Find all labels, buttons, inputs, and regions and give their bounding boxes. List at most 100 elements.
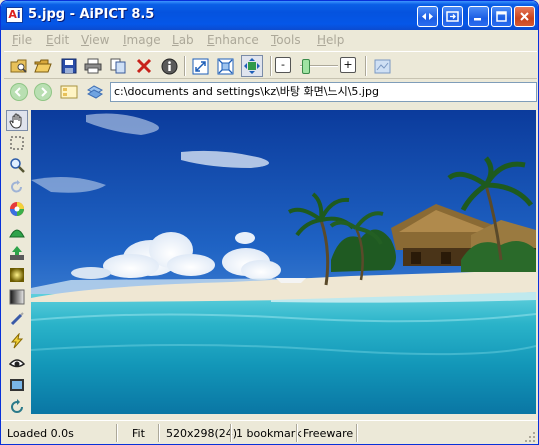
title-bar[interactable]: Ai 5.jpg - AiPICT 8.5 (1, 1, 538, 30)
status-divider (116, 424, 118, 442)
minimize-button[interactable] (468, 6, 489, 27)
status-zoom-mode: Fit (132, 427, 145, 440)
zoom-in-button[interactable]: + (340, 57, 356, 73)
brush-icon (10, 311, 24, 325)
menu-edit[interactable]: Edit (46, 33, 69, 47)
swap-view-button[interactable] (417, 6, 438, 27)
fullscreen-button[interactable] (442, 6, 463, 27)
glow-icon (10, 267, 24, 282)
menu-lab[interactable]: Lab (172, 33, 194, 47)
folder-list-icon (60, 85, 78, 99)
open-button[interactable] (32, 55, 54, 77)
address-bar: c:\documents and settings\kz\바탕 화면\느시\5.… (4, 80, 537, 105)
levels-tool-button[interactable] (6, 220, 28, 241)
image-viewer[interactable] (31, 110, 536, 414)
zoom-slider[interactable] (300, 59, 338, 74)
gradient-icon (9, 289, 25, 304)
app-window: Ai 5.jpg - AiPICT 8.5 File Edit View Ima… (0, 0, 539, 445)
color-wheel-icon (10, 201, 24, 216)
brush-tool-button[interactable] (6, 308, 28, 329)
menu-enhance[interactable]: Enhance (207, 33, 259, 47)
close-button[interactable] (514, 6, 535, 27)
app-icon-letter-i: i (16, 8, 21, 21)
left-tool-strip (4, 108, 30, 419)
browse-button[interactable] (8, 55, 30, 77)
hand-icon (9, 112, 22, 129)
glow-tool-button[interactable] (6, 264, 28, 285)
app-icon-letter-a: A (8, 8, 17, 21)
browse-folder-icon (10, 59, 27, 73)
menu-bar: File Edit View Image Lab Enhance Tools H… (4, 30, 537, 50)
auto-fit-toggle-button[interactable] (241, 55, 263, 77)
film-frame-icon (10, 378, 24, 391)
delete-button[interactable] (133, 55, 155, 77)
rotate-tool-button[interactable] (6, 176, 28, 197)
hand-tool-button[interactable] (6, 110, 28, 131)
fit-to-window-button[interactable] (214, 55, 236, 77)
menu-view[interactable]: View (81, 33, 109, 47)
zoom-tool-button[interactable] (6, 154, 28, 175)
status-bookmarks: 1 bookmark (236, 427, 302, 440)
forward-button[interactable] (34, 83, 52, 101)
print-button[interactable] (82, 55, 104, 77)
open-folder-icon (34, 59, 52, 73)
status-divider (230, 424, 232, 442)
status-divider (158, 424, 160, 442)
arrow-left-icon (14, 87, 21, 97)
close-icon (520, 12, 529, 21)
app-icon[interactable]: Ai (6, 7, 23, 23)
path-history-button[interactable] (84, 81, 106, 103)
folders-stack-icon (87, 85, 103, 99)
batch-tool-button[interactable] (6, 396, 28, 417)
info-icon (161, 58, 177, 74)
copy-pages-icon (110, 58, 126, 74)
menu-tools[interactable]: Tools (271, 33, 301, 47)
folder-view-button[interactable] (58, 81, 80, 103)
tropical-beach-photo (31, 110, 536, 414)
toolbar-separator (270, 56, 272, 76)
menu-file[interactable]: File (12, 33, 32, 47)
marquee-select-icon (10, 136, 24, 149)
maximize-icon (496, 11, 507, 22)
status-dimensions: 520x298(24) (166, 427, 238, 440)
minimize-icon (474, 18, 481, 21)
swap-arrows-icon (422, 13, 433, 20)
resize-diagonal-icon (192, 58, 208, 74)
toolbar-separator (184, 56, 186, 76)
save-button[interactable] (58, 55, 80, 77)
filmstrip-tool-button[interactable] (6, 374, 28, 395)
toolbar-separator (365, 56, 367, 76)
color-tool-button[interactable] (6, 198, 28, 219)
copy-to-button[interactable] (108, 55, 130, 77)
status-divider (296, 424, 298, 442)
eye-icon (9, 358, 25, 367)
status-license: Freeware (303, 427, 354, 440)
maximize-button[interactable] (491, 6, 512, 27)
status-bar: Loaded 0.0s Fit 520x298(24) 1 bookmark F… (1, 420, 538, 444)
info-button[interactable] (158, 55, 180, 77)
redeye-tool-button[interactable] (6, 352, 28, 373)
brightness-tool-button[interactable] (6, 242, 28, 263)
menu-image[interactable]: Image (123, 33, 161, 47)
delete-x-icon (136, 58, 152, 74)
slideshow-icon (374, 59, 390, 73)
menu-help[interactable]: Help (317, 33, 344, 47)
effects-tool-button[interactable] (6, 330, 28, 351)
green-hill-icon (9, 229, 25, 237)
select-tool-button[interactable] (6, 132, 28, 153)
rotate-icon (11, 179, 22, 192)
expand-icon (446, 11, 459, 22)
zoom-out-button[interactable]: - (275, 57, 291, 73)
move-arrows-icon (244, 58, 260, 74)
slideshow-button[interactable] (371, 55, 393, 77)
actual-size-button[interactable] (189, 55, 211, 77)
gradient-tool-button[interactable] (6, 286, 28, 307)
path-input[interactable]: c:\documents and settings\kz\바탕 화면\느시\5.… (110, 82, 537, 102)
zoom-slider-thumb[interactable] (302, 59, 310, 74)
brightness-up-icon (10, 245, 24, 260)
lightning-icon (10, 332, 24, 348)
resize-grip-icon[interactable] (524, 431, 536, 443)
main-toolbar: - + (4, 51, 537, 79)
status-load-time: Loaded 0.0s (7, 427, 74, 440)
back-button[interactable] (10, 83, 28, 101)
